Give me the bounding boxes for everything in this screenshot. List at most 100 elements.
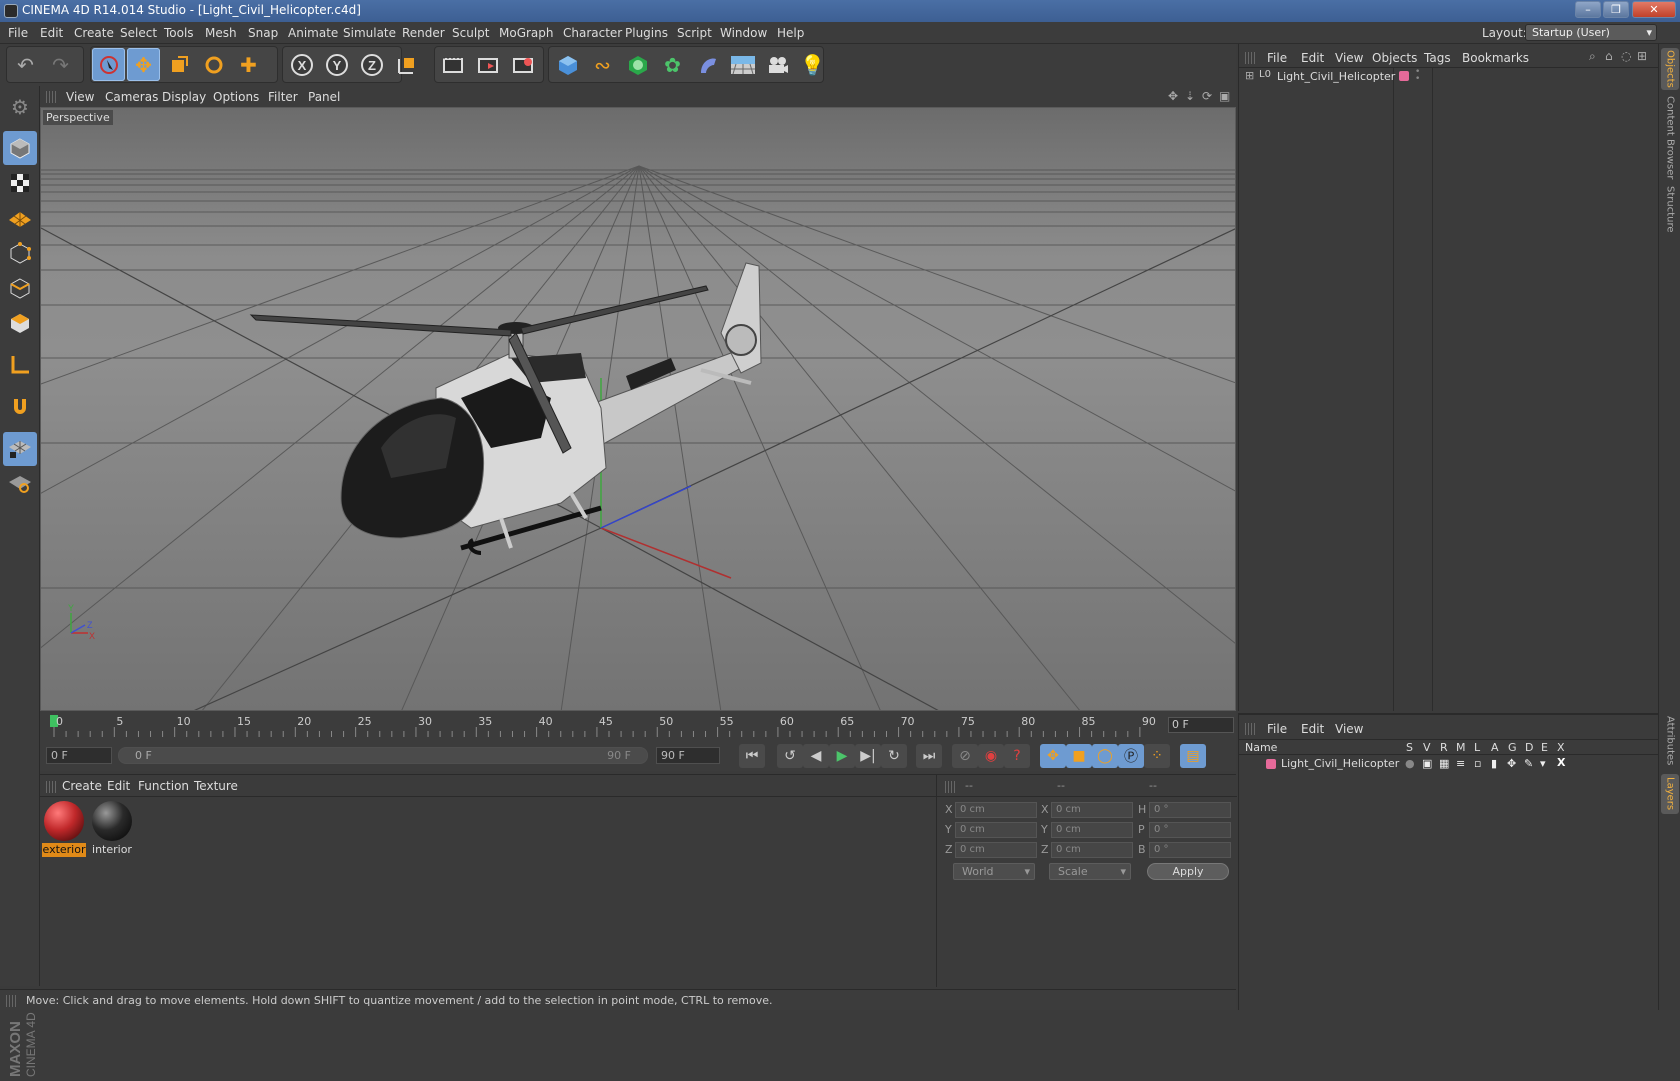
cube-primitive-icon[interactable] bbox=[551, 48, 584, 81]
col-locked[interactable]: L bbox=[1474, 741, 1480, 754]
rotation-h-field[interactable]: 0 ° bbox=[1149, 802, 1231, 818]
menu-tools[interactable]: Tools bbox=[164, 26, 194, 40]
generators-toggle-icon[interactable]: ✥ bbox=[1507, 757, 1516, 770]
menu-mesh[interactable]: Mesh bbox=[205, 26, 237, 40]
keyframe-selection-icon[interactable]: ? bbox=[1004, 744, 1030, 768]
layer-menu-edit[interactable]: Edit bbox=[1301, 722, 1324, 736]
nurbs-generator-icon[interactable] bbox=[621, 48, 654, 81]
render-settings-icon[interactable] bbox=[506, 48, 539, 81]
key-position-icon[interactable]: ✥ bbox=[1040, 744, 1066, 768]
menu-script[interactable]: Script bbox=[677, 26, 712, 40]
layer-name[interactable]: Light_Civil_Helicopter bbox=[1281, 757, 1399, 770]
minimize-button[interactable]: – bbox=[1575, 1, 1601, 18]
previous-key-icon[interactable]: ↺ bbox=[777, 744, 803, 768]
apply-button[interactable]: Apply bbox=[1147, 863, 1229, 880]
workplane-lock-icon[interactable] bbox=[3, 432, 37, 466]
col-view[interactable]: V bbox=[1423, 741, 1431, 754]
col-name[interactable]: Name bbox=[1245, 741, 1277, 754]
visibility-dots-icon[interactable]: • • bbox=[1415, 68, 1420, 84]
animation-toggle-icon[interactable]: ▮ bbox=[1491, 757, 1497, 770]
timeline-ticks[interactable]: 0 5 10 15 20 25 30 35 40 45 50 55 60 65 70 75 80 85 90 bbox=[50, 713, 1160, 739]
frame-range-slider[interactable]: 0 F 90 F bbox=[118, 747, 648, 764]
close-button[interactable]: ✕ bbox=[1632, 1, 1676, 18]
layer-row[interactable]: Light_Civil_Helicopter ● ▣ ▦ ≡ ▫ ▮ ✥ ✎ ▾… bbox=[1239, 756, 1659, 772]
material-menu-function[interactable]: Function bbox=[138, 779, 189, 793]
material-menu-texture[interactable]: Texture bbox=[194, 779, 238, 793]
col-solo[interactable]: S bbox=[1406, 741, 1413, 754]
tab-attributes[interactable]: Attributes bbox=[1661, 714, 1679, 768]
menu-mograph[interactable]: MoGraph bbox=[499, 26, 554, 40]
timeline-window-icon[interactable]: ▤ bbox=[1180, 744, 1206, 768]
menu-animate[interactable]: Animate bbox=[288, 26, 338, 40]
viewport-rotate-icon[interactable]: ⟳ bbox=[1202, 89, 1212, 103]
expressions-toggle-icon[interactable]: ▾ bbox=[1540, 757, 1546, 770]
menu-file[interactable]: File bbox=[8, 26, 28, 40]
object-name[interactable]: Light_Civil_Helicopter bbox=[1277, 70, 1395, 83]
menu-create[interactable]: Create bbox=[74, 26, 114, 40]
layer-color-swatch[interactable] bbox=[1266, 759, 1276, 769]
col-animation[interactable]: A bbox=[1491, 741, 1499, 754]
col-deformers[interactable]: D bbox=[1525, 741, 1533, 754]
menu-window[interactable]: Window bbox=[720, 26, 767, 40]
points-mode-icon[interactable] bbox=[3, 236, 37, 270]
perspective-viewport[interactable]: Y Z X Perspective bbox=[40, 107, 1236, 711]
material-exterior[interactable]: exterior bbox=[42, 799, 86, 857]
menu-render[interactable]: Render bbox=[402, 26, 445, 40]
deformers-toggle-icon[interactable]: ✎ bbox=[1524, 757, 1533, 770]
add-tool-icon[interactable]: ✚ bbox=[232, 48, 265, 81]
viewport-move-icon[interactable]: ✥ bbox=[1168, 89, 1178, 103]
x-axis-lock-icon[interactable]: X bbox=[285, 48, 318, 81]
move-tool-icon[interactable]: ✥ bbox=[127, 48, 160, 81]
redo-icon[interactable]: ↷ bbox=[44, 48, 77, 81]
play-forward-icon[interactable]: ▶ bbox=[829, 744, 855, 768]
viewport-menu-options[interactable]: Options bbox=[213, 90, 259, 104]
live-selection-icon[interactable] bbox=[92, 48, 125, 81]
material-menu-create[interactable]: Create bbox=[62, 779, 102, 793]
viewport-menu-filter[interactable]: Filter bbox=[268, 90, 298, 104]
layer-color-swatch[interactable] bbox=[1399, 71, 1409, 81]
viewport-menu-cameras[interactable]: Cameras bbox=[105, 90, 158, 104]
size-y-field[interactable]: 0 cm bbox=[1051, 822, 1133, 838]
eye-icon[interactable]: ◌ bbox=[1621, 49, 1631, 63]
viewport-menu-view[interactable]: View bbox=[66, 90, 94, 104]
key-rotation-icon[interactable]: ◯ bbox=[1092, 744, 1118, 768]
layer-menu-file[interactable]: File bbox=[1267, 722, 1287, 736]
previous-frame-icon[interactable]: ◀ bbox=[803, 744, 829, 768]
array-mograph-icon[interactable]: ✿ bbox=[656, 48, 689, 81]
tab-layers[interactable]: Layers bbox=[1661, 774, 1679, 814]
start-frame-field[interactable]: 0 F bbox=[46, 747, 112, 764]
object-row[interactable]: ⊞ L0 Light_Civil_Helicopter • • bbox=[1239, 68, 1659, 86]
deformer-icon[interactable] bbox=[691, 48, 724, 81]
object-menu-view[interactable]: View bbox=[1335, 51, 1363, 65]
size-x-field[interactable]: 0 cm bbox=[1051, 802, 1133, 818]
material-menu-edit[interactable]: Edit bbox=[107, 779, 130, 793]
workplane-mode-icon[interactable] bbox=[3, 201, 37, 235]
next-frame-icon[interactable]: ▶| bbox=[855, 744, 881, 768]
menu-select[interactable]: Select bbox=[120, 26, 157, 40]
menu-plugins[interactable]: Plugins bbox=[625, 26, 668, 40]
object-menu-objects[interactable]: Objects bbox=[1372, 51, 1417, 65]
coordinate-system-icon[interactable] bbox=[390, 48, 423, 81]
col-render[interactable]: R bbox=[1440, 741, 1448, 754]
snap-magnet-icon[interactable] bbox=[3, 390, 37, 424]
new-view-icon[interactable]: ⊞ bbox=[1637, 49, 1647, 63]
xref-toggle-icon[interactable]: X bbox=[1557, 756, 1565, 769]
coordinate-mode-dropdown[interactable]: World ▾ bbox=[953, 863, 1035, 880]
search-icon[interactable]: ⌕ bbox=[1589, 49, 1596, 64]
y-axis-lock-icon[interactable]: Y bbox=[320, 48, 353, 81]
object-menu-file[interactable]: File bbox=[1267, 51, 1287, 65]
camera-icon[interactable] bbox=[761, 48, 794, 81]
tab-objects[interactable]: Objects bbox=[1661, 48, 1679, 90]
size-mode-dropdown[interactable]: Scale ▾ bbox=[1049, 863, 1131, 880]
manager-toggle-icon[interactable]: ≡ bbox=[1456, 757, 1465, 770]
floor-environment-icon[interactable] bbox=[726, 48, 759, 81]
goto-start-icon[interactable]: ⏮ bbox=[739, 744, 765, 768]
rotation-b-field[interactable]: 0 ° bbox=[1149, 842, 1231, 858]
menu-edit[interactable]: Edit bbox=[40, 26, 63, 40]
autokeying-icon[interactable]: ◉ bbox=[978, 744, 1004, 768]
make-editable-icon[interactable]: ⚙ bbox=[3, 90, 37, 124]
record-active-icon[interactable]: ⊘ bbox=[952, 744, 978, 768]
render-view-icon[interactable] bbox=[436, 48, 469, 81]
col-generators[interactable]: G bbox=[1508, 741, 1517, 754]
layer-menu-view[interactable]: View bbox=[1335, 722, 1363, 736]
